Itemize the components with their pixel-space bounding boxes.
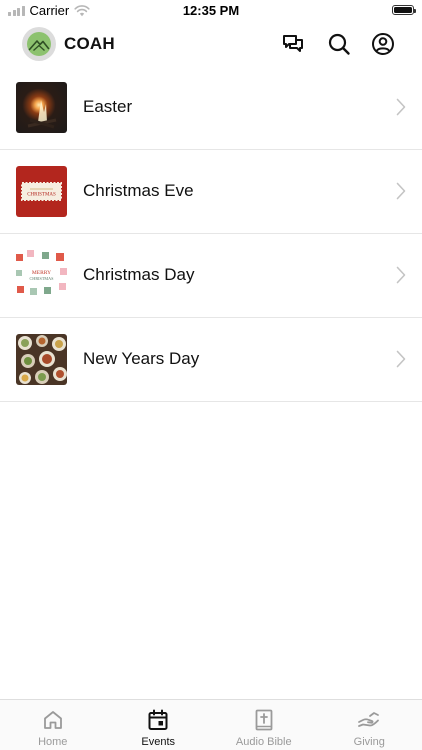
christmas-card-image: CHRISTMAS — [21, 182, 62, 201]
event-label-new-years-day: New Years Day — [83, 349, 200, 368]
profile-icon[interactable] — [371, 32, 395, 56]
event-list: Easter CHRISTMAS Christmas Eve MERRY CHR… — [0, 66, 422, 402]
search-icon[interactable] — [327, 32, 351, 56]
easter-thumbnail — [16, 82, 67, 133]
event-row-christmas-day[interactable]: MERRY CHRISTMAS Christmas Day — [0, 234, 422, 318]
christmas-day-thumbnail: MERRY CHRISTMAS — [16, 250, 67, 301]
event-row-new-years-day[interactable]: New Years Day — [0, 318, 422, 402]
merry-christmas-card-image: MERRY CHRISTMAS — [16, 250, 67, 295]
christmas-eve-thumbnail: CHRISTMAS — [16, 166, 67, 217]
event-row-christmas-eve[interactable]: CHRISTMAS Christmas Eve — [0, 150, 422, 234]
chevron-right-icon — [396, 266, 406, 284]
new-years-day-thumbnail — [16, 334, 67, 385]
tab-giving[interactable]: Giving — [317, 700, 422, 750]
tab-label-events: Events — [141, 736, 176, 748]
mountain-logo-icon — [27, 32, 51, 56]
chevron-right-icon — [396, 350, 406, 368]
event-label-easter: Easter — [83, 97, 133, 116]
tab-home[interactable]: Home — [0, 700, 106, 750]
chat-icon[interactable] — [281, 32, 305, 56]
christmas-eve-card-text: CHRISTMAS — [27, 193, 56, 198]
christmas-day-card-line2: CHRISTMAS — [30, 276, 55, 281]
event-row-easter[interactable]: Easter — [0, 66, 422, 150]
food-table-image — [18, 335, 67, 384]
status-bar: Carrier 12:35 PM — [0, 0, 422, 22]
battery-icon — [392, 5, 416, 15]
event-label-christmas-eve: Christmas Eve — [83, 181, 194, 200]
campfire-image — [27, 100, 57, 129]
screen: Carrier 12:35 PM COAH Easter CHRISTMAS C… — [0, 0, 422, 750]
tab-bar: Home Events Audio Bible Giving — [0, 699, 422, 750]
status-time: 12:35 PM — [182, 3, 240, 18]
tab-label-audio-bible: Audio Bible — [235, 736, 292, 748]
bible-icon — [255, 709, 273, 731]
app-title: COAH — [64, 34, 115, 53]
app-logo — [22, 27, 56, 61]
event-label-christmas-day: Christmas Day — [83, 265, 195, 284]
tab-label-giving: Giving — [353, 736, 385, 748]
chevron-right-icon — [396, 182, 406, 200]
tab-events[interactable]: Events — [106, 700, 212, 750]
tab-audio-bible[interactable]: Audio Bible — [211, 700, 317, 750]
app-header: COAH — [0, 22, 422, 66]
calendar-icon — [148, 709, 168, 730]
chevron-right-icon — [396, 98, 406, 116]
tab-label-home: Home — [38, 736, 68, 748]
home-icon — [43, 711, 62, 729]
giving-hand-icon — [358, 712, 380, 727]
